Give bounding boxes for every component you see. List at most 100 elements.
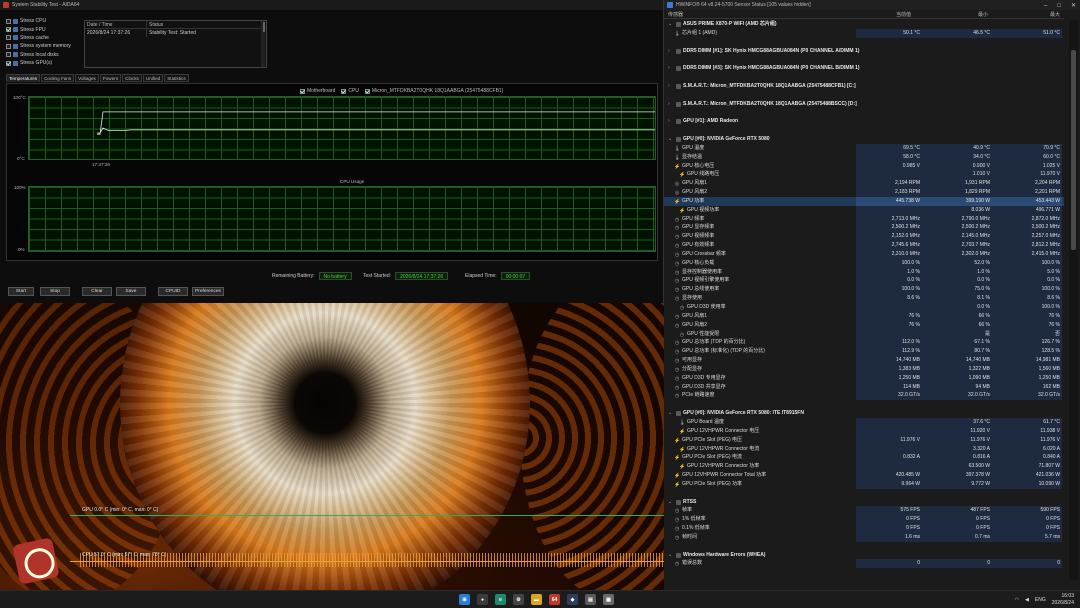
- sensor-row[interactable]: ◷ GPU 风扇1 76 % 66 % 76 %: [664, 311, 1064, 321]
- sensor-row[interactable]: ◷ GPU 性能受限是否: [664, 329, 1064, 339]
- minimize-icon[interactable]: –: [1044, 1, 1047, 11]
- sensor-scrollbar-thumb[interactable]: [1071, 50, 1076, 250]
- sensor-row[interactable]: ⚡ GPU 12VHPWR Connector Total 功率 420.485 W…: [664, 471, 1064, 480]
- status-row[interactable]: 2026/8/24 17:37:26 Stability Test: Start…: [85, 29, 266, 37]
- stress-checkbox[interactable]: [6, 60, 11, 66]
- sensor-row[interactable]: ◷ GPU 视频频率 2,152.0 MHz 2,145.0 MHz 2,257.0 M…: [664, 232, 1064, 242]
- stop-button[interactable]: Stop: [40, 287, 70, 296]
- sensor-row[interactable]: ◷ 错误总数 0 0 0: [664, 559, 1064, 569]
- legend-item[interactable]: Motherboard: [300, 88, 335, 94]
- stress-checkbox[interactable]: [6, 52, 11, 58]
- start-button[interactable]: Start: [8, 287, 34, 296]
- stress-checkbox[interactable]: [6, 35, 11, 41]
- search-icon[interactable]: ●: [477, 594, 488, 605]
- preferences-button[interactable]: Preferences: [192, 287, 224, 296]
- sensor-row[interactable]: ◷ GPU 视频引擎使用率 0.0 % 0.0 % 0.0 %: [664, 276, 1064, 286]
- cpuid-button[interactable]: CPUID: [158, 287, 188, 296]
- sensor-row[interactable]: ◷ GPU 显存频率 2,500.2 MHz 2,500.2 MHz 2,500.2 M…: [664, 223, 1064, 233]
- sensor-row[interactable]: ◷ GPU D3D 共享显存 114 MB 94 MB 162 MB: [664, 382, 1064, 392]
- col-max[interactable]: 最大: [1050, 11, 1060, 19]
- sensor-row[interactable]: ◷ 显存使用 8.6 % 8.1 % 8.6 %: [664, 294, 1064, 303]
- tab-temperatures[interactable]: Temperatures: [6, 74, 41, 82]
- stress-option[interactable]: Stress system memory: [6, 42, 84, 50]
- legend-item[interactable]: Micron_MTFDKBA2T0QHK 18Q1AABGA (25475488…: [364, 88, 503, 94]
- sensor-scrollbar[interactable]: [1069, 20, 1078, 580]
- sensor-row[interactable]: ◷ PCIe 链路速度 32.0 GT/s 32.0 GT/s 32.0 GT/s: [664, 391, 1064, 401]
- sensor-row[interactable]: ◷ GPU 风扇2 76 % 66 % 76 %: [664, 320, 1064, 330]
- sensor-group[interactable]: › GPU [#1]: AMD Radeon: [664, 117, 1064, 126]
- sensor-row[interactable]: ⚡ GPU PCIe Slot (PEG) 电压 11.976 V 11.976 V1…: [664, 435, 1064, 445]
- sensor-row[interactable]: ◷ 分配显存 1,383 MB 1,322 MB 1,560 MB: [664, 364, 1064, 374]
- steam-icon[interactable]: ◆: [567, 594, 578, 605]
- expander-icon[interactable]: ⌄: [668, 20, 672, 29]
- wifi-icon[interactable]: ◠: [1015, 597, 1019, 603]
- sensor-row[interactable]: ⚡ GPU 线路电压 1.010 V 11.970 V: [664, 170, 1064, 180]
- sensor-row[interactable]: ◷ GPU 总线使用率 100.0 % 75.0 % 100.0 %: [664, 285, 1064, 295]
- sensor-group[interactable]: ⌄ RTSS: [664, 498, 1064, 507]
- sensor-row[interactable]: ◷ 帧率 575 FPS 487 FPS 590 FPS: [664, 506, 1064, 516]
- legend-checkbox[interactable]: [364, 88, 370, 94]
- language-indicator[interactable]: ENG: [1035, 597, 1046, 603]
- hwinfo-icon[interactable]: ▤: [585, 594, 596, 605]
- sensor-row[interactable]: ⚡ GPU 12VHPWR Connector 电压 11.920 V 11.938 …: [664, 426, 1064, 436]
- sensor-group[interactable]: ⌄ GPU [#0]: NVIDIA GeForce RTX 5080: [664, 135, 1064, 144]
- tab-statistics[interactable]: Statistics: [164, 74, 189, 82]
- sensor-group[interactable]: ⌄ Windows Hardware Errors (WHEA): [664, 551, 1064, 560]
- sensor-row[interactable]: ⚡ GPU 12VHPWR Connector 功率 63.500 W 71.807 …: [664, 462, 1064, 472]
- stress-checkbox[interactable]: [6, 18, 11, 24]
- sensor-row[interactable]: 🌡 GPU 温度 69.5 °C 40.9 °C 70.9 °C: [664, 143, 1064, 153]
- status-col-datetime[interactable]: Date / Time: [85, 21, 147, 28]
- stress-option[interactable]: Stress GPU(s): [6, 59, 84, 67]
- sensor-row[interactable]: ◷ GPU D3D 使用率 0.0 % 100.0 %: [664, 303, 1064, 312]
- expander-icon[interactable]: ⌄: [668, 551, 672, 560]
- status-scrollbar-thumb[interactable]: [263, 22, 265, 32]
- sensor-row[interactable]: ◷ GPU 有效频率 2,745.6 MHz 2,703.7 MHz 2,812.2 M…: [664, 241, 1064, 250]
- app-icon[interactable]: ▦: [603, 594, 614, 605]
- settings-icon[interactable]: ⚙: [513, 594, 524, 605]
- sensor-row[interactable]: ◷ GPU 总功率 (TDP 的百分比) 112.0 % 67.1 % 126.7 %: [664, 338, 1064, 348]
- stress-option[interactable]: Stress FPU: [6, 25, 84, 33]
- explorer-icon[interactable]: ▬: [531, 594, 542, 605]
- windows-start-icon[interactable]: ⊞: [459, 594, 470, 605]
- tab-unified[interactable]: Unified: [142, 74, 164, 82]
- expander-icon[interactable]: ›: [668, 100, 670, 109]
- sensor-row[interactable]: ⚡ GPU 功率 445.738 W 399.190 W 453.443 W: [664, 196, 1064, 206]
- tab-voltages[interactable]: Voltages: [75, 74, 99, 82]
- sensor-row[interactable]: ◷ GPU 总功率 (标准化) (TDP 的百分比) 112.9 % 80.7 % 12…: [664, 347, 1064, 357]
- clear-button[interactable]: Clear: [82, 287, 112, 296]
- legend-item[interactable]: CPU: [341, 88, 359, 94]
- sensor-row[interactable]: ◷ 1% 低帧率 0 FPS 0 FPS 0 FPS: [664, 515, 1064, 525]
- status-col-status[interactable]: Status: [147, 21, 163, 28]
- close-icon[interactable]: ✕: [1071, 1, 1076, 11]
- expander-icon[interactable]: ›: [668, 82, 670, 91]
- sensor-group[interactable]: › S.M.A.R.T.: Micron_MTFDKBA2T0QHK 18Q1AA…: [664, 82, 1064, 91]
- col-sensor[interactable]: 传感器: [668, 11, 683, 19]
- sensor-row[interactable]: ◷ 0.1% 低帧率 0 FPS 0 FPS 0 FPS: [664, 524, 1064, 533]
- sensor-row[interactable]: ◷ 可用显存 14,740 MB 14,740 MB 14,981 MB: [664, 356, 1064, 365]
- stress-option[interactable]: Stress CPU: [6, 17, 84, 25]
- stress-checkbox[interactable]: [6, 27, 11, 33]
- clock[interactable]: 16:03 2026/8/24: [1052, 593, 1074, 606]
- maximize-icon[interactable]: □: [1057, 1, 1061, 11]
- sensor-row[interactable]: 🌡 芯片组 1 (AMD) 50.1 °C 46.5 °C 51.0 °C: [664, 28, 1064, 38]
- sensor-row[interactable]: ◷ GPU D3D 专用显存 1,250 MB 1,090 MB 1,250 MB: [664, 373, 1064, 383]
- expander-icon[interactable]: ⌄: [668, 135, 672, 144]
- expander-icon[interactable]: ›: [668, 117, 670, 126]
- sensor-row[interactable]: ◷ 显存控制器使用率 1.0 % 1.0 % 5.0 %: [664, 267, 1064, 277]
- sensor-row[interactable]: ⚡ GPU PCIe Slot (PEG) 电流 0.832 A 0.816 A 0.8…: [664, 453, 1064, 463]
- stress-checkbox[interactable]: [6, 43, 11, 49]
- sensor-row[interactable]: ◷ 帧时间 1.6 ms 0.7 ms 5.7 ms: [664, 532, 1064, 542]
- sensor-group[interactable]: › DDR5 DIMM [#1]: SK Hynix HMCG88AGBUA084…: [664, 47, 1064, 56]
- volume-icon[interactable]: ◀: [1025, 597, 1029, 603]
- legend-checkbox[interactable]: [341, 88, 347, 94]
- sensor-row[interactable]: ⚡ GPU PCIe Slot (PEG) 功率 9.964 W 9.772 W 10.…: [664, 479, 1064, 489]
- sensor-row[interactable]: ◎ GPU 风扇2 2,183 RPM 1,829 RPM 2,201 RPM: [664, 188, 1064, 197]
- sensor-group[interactable]: ⌄ ASUS PRIME X870-P WIFI (AMD 芯片组): [664, 20, 1064, 29]
- expander-icon[interactable]: ⌄: [668, 498, 672, 507]
- aida64-icon[interactable]: 64: [549, 594, 560, 605]
- col-current[interactable]: 当前值: [896, 11, 911, 19]
- sensor-group[interactable]: › S.M.A.R.T.: Micron_MTFDKBA2T0QHK 18Q1AA…: [664, 100, 1064, 109]
- save-button[interactable]: Save: [116, 287, 146, 296]
- sensor-group[interactable]: ⌄ GPU [#0]: NVIDIA GeForce RTX 5080: ITE …: [664, 409, 1064, 418]
- tab-powers[interactable]: Powers: [99, 74, 122, 82]
